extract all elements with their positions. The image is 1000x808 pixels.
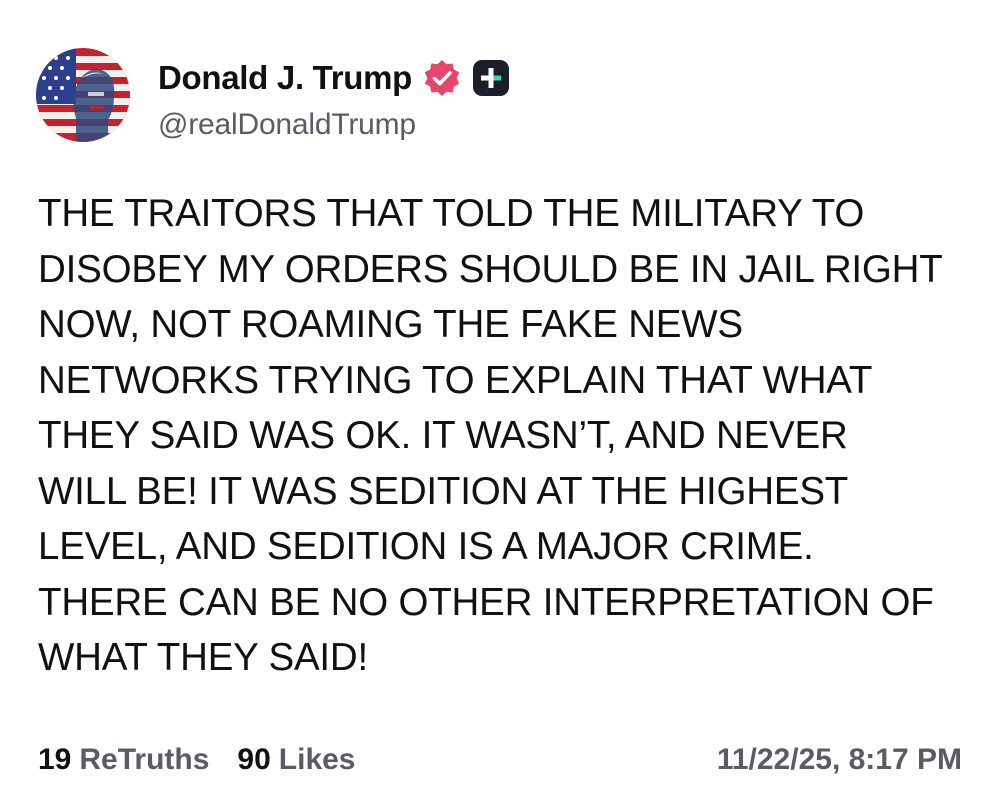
post-stats: 19 ReTruths 90 Likes [38,743,356,777]
post-line: WILL BE! IT WAS SEDITION AT THE HIGHEST [38,469,849,513]
avatar-flag-portrait [36,48,130,142]
post-card: Donald J. Trump @realDonaldTrump THE TRA… [0,0,1000,808]
plus-badge-icon [473,60,510,96]
retruths-count: 19 [38,743,72,776]
post-line: THERE CAN BE NO OTHER INTERPRETATION OF [38,580,934,624]
post-line: DISOBEY MY ORDERS SHOULD BE IN JAIL RIGH… [38,247,943,291]
post-line: NOW, NOT ROAMING THE FAKE NEWS [38,303,743,346]
user-handle[interactable]: @realDonaldTrump [158,108,511,142]
post-line: THE TRAITORS THAT TOLD THE MILITARY TO [38,192,865,235]
post-line: THEY SAID WAS OK. IT WASN’T, AND NEVER [38,414,848,457]
post-header: Donald J. Trump @realDonaldTrump [36,48,511,144]
likes-count: 90 [237,743,271,776]
retruths-stat[interactable]: 19 ReTruths [38,743,209,777]
retruths-label: ReTruths [79,743,210,776]
avatar[interactable] [36,48,130,142]
post-line: NETWORKS TRYING TO EXPLAIN THAT WHAT [38,358,873,402]
likes-stat[interactable]: 90 Likes [237,743,355,777]
post-line: WHAT THEY SAID! [38,636,369,679]
likes-label: Likes [278,743,356,776]
verified-icon [424,60,460,96]
name-row: Donald J. Trump [158,56,511,100]
post-body: THE TRAITORS THAT TOLD THE MILITARY TO D… [38,186,978,686]
post-line: LEVEL, AND SEDITION IS A MAJOR CRIME. [38,525,814,568]
author-identity: Donald J. Trump @realDonaldTrump [158,56,511,142]
display-name[interactable]: Donald J. Trump [158,59,412,97]
post-timestamp[interactable]: 11/22/25, 8:17 PM [717,743,962,777]
post-footer: 19 ReTruths 90 Likes 11/22/25, 8:17 PM [38,738,962,782]
